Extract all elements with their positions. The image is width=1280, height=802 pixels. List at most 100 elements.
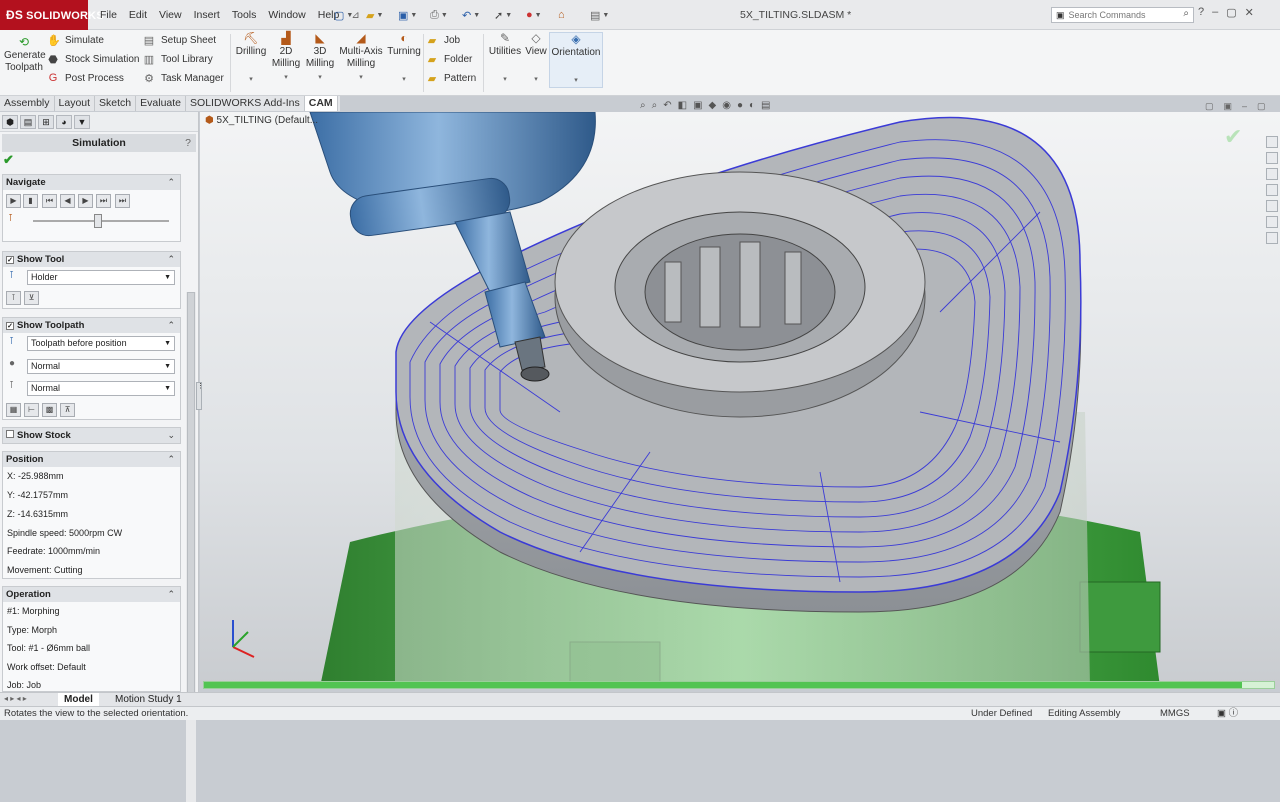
stock-simulation-button[interactable]: ⬣ Stock Simulation	[47, 50, 139, 68]
step-back-icon[interactable]: ◀	[60, 194, 75, 208]
file-properties-button[interactable]: ⌂	[558, 6, 586, 24]
appearance-tab-icon[interactable]: ◕	[56, 115, 72, 129]
menu-edit[interactable]: Edit	[123, 9, 153, 21]
hide-show-items-icon[interactable]: ◉	[722, 100, 731, 111]
cam-manager-tab-icon[interactable]: ▼	[74, 115, 90, 129]
panel-splitter-handle[interactable]: ⋮	[196, 382, 204, 410]
ok-check-icon[interactable]: ✔	[3, 152, 14, 168]
help-button[interactable]: ?	[185, 134, 191, 152]
scroll-left-icon[interactable]: ◂ ▸ ◂ ▸	[4, 694, 27, 703]
3d-milling-dropdown-icon[interactable]: ▾	[304, 72, 336, 84]
2d-milling-button[interactable]: ▟ 2D Milling ▾	[270, 32, 302, 84]
configuration-manager-tab-icon[interactable]: ⊞	[38, 115, 54, 129]
feature-tree-flyout[interactable]: ⬢ 5X_TILTING (Default...	[205, 115, 318, 126]
drilling-dropdown-icon[interactable]: ▾	[234, 74, 268, 86]
tab-model[interactable]: Model	[58, 693, 99, 707]
task-pane-file-explorer-icon[interactable]	[1266, 184, 1278, 196]
task-pane-custom-properties-icon[interactable]	[1266, 216, 1278, 228]
toolpath-option-icon[interactable]: ⊢	[24, 403, 39, 417]
rebuild-button[interactable]: ● ▼	[526, 6, 554, 24]
2d-milling-dropdown-icon[interactable]: ▾	[270, 72, 302, 84]
tool-shank-icon[interactable]: ⊻	[24, 291, 39, 305]
solidworks-logo[interactable]: ƉS SOLIDWORKS	[0, 0, 104, 30]
collapse-icon[interactable]: ⌃	[167, 587, 175, 602]
show-toolpath-checkbox[interactable]: ✓	[6, 322, 14, 330]
toolpath-option-icon[interactable]: ▩	[42, 403, 57, 417]
show-tool-checkbox[interactable]: ✓	[6, 256, 14, 264]
tab-assembly[interactable]: Assembly	[0, 96, 55, 111]
end-icon[interactable]: ⏭	[115, 194, 130, 208]
menu-window[interactable]: Window	[262, 9, 311, 21]
toolpath-option-icon[interactable]: ▦	[6, 403, 21, 417]
expand-icon[interactable]: ⌄	[167, 428, 175, 443]
apply-scene-icon[interactable]: ◐	[749, 100, 755, 111]
tab-cam[interactable]: CAM	[304, 96, 338, 111]
pause-icon[interactable]: ▮	[23, 194, 38, 208]
multi-axis-milling-button[interactable]: ◢ Multi-Axis Milling ▾	[338, 32, 384, 84]
play-icon[interactable]: ▶	[6, 194, 21, 208]
help-icon[interactable]: ?	[1198, 6, 1204, 19]
tab-solidworks-add-ins[interactable]: SOLIDWORKS Add-Ins	[186, 96, 305, 111]
select-button[interactable]: ➚ ▼	[494, 6, 522, 24]
step-forward-icon[interactable]: ▶	[78, 194, 93, 208]
display-style-icon[interactable]: ◆	[709, 100, 717, 111]
collapse-icon[interactable]: ⌃	[167, 318, 175, 333]
task-manager-button[interactable]: ⚙ Task Manager	[143, 69, 224, 87]
folder-button[interactable]: ▰ Folder	[426, 50, 473, 68]
feature-manager-tab-icon[interactable]: ⬢	[2, 115, 18, 129]
orientation-button[interactable]: ◈ Orientation ▾	[549, 32, 603, 88]
new-document-button[interactable]: ▢ ▼	[334, 6, 362, 24]
task-pane-forum-icon[interactable]	[1266, 232, 1278, 244]
undo-button[interactable]: ↶ ▼	[462, 6, 490, 24]
search-icon[interactable]: ⌕	[1183, 8, 1189, 19]
viewport-maximize-icon[interactable]: ▢	[1257, 101, 1266, 112]
tab-evaluate[interactable]: Evaluate	[136, 96, 187, 111]
graphics-viewport[interactable]: ✔	[200, 112, 1280, 687]
save-button[interactable]: ▣ ▼	[398, 6, 426, 24]
status-units[interactable]: MMGS	[1160, 707, 1190, 721]
minimize-icon[interactable]: –	[1212, 6, 1218, 19]
tab-motion-study-1[interactable]: Motion Study 1	[115, 693, 182, 707]
menu-insert[interactable]: Insert	[188, 9, 226, 21]
post-process-button[interactable]: G Post Process	[47, 69, 124, 87]
task-pane-home-icon[interactable]	[1266, 136, 1278, 148]
toolpath-display-select[interactable]: Normal ▼	[27, 359, 175, 374]
menu-view[interactable]: View	[153, 9, 188, 21]
generate-toolpath-button[interactable]: ⟲ Generate Toolpath	[4, 36, 46, 74]
menu-tools[interactable]: Tools	[226, 9, 263, 21]
previous-view-icon[interactable]: ↶	[663, 100, 671, 111]
viewport-minimize-icon[interactable]: –	[1242, 101, 1247, 112]
3d-milling-button[interactable]: ◣ 3D Milling ▾	[304, 32, 336, 84]
setup-sheet-button[interactable]: ▤ Setup Sheet	[143, 31, 216, 49]
options-button[interactable]: ▤ ▼	[590, 6, 618, 24]
confirm-check-icon[interactable]: ✔	[1224, 124, 1242, 149]
view-button[interactable]: ◇ View ▾	[524, 32, 548, 86]
zoom-to-area-icon[interactable]: ⌕	[652, 100, 658, 111]
property-manager-tab-icon[interactable]: ▤	[20, 115, 36, 129]
utilities-button[interactable]: ✎ Utilities ▾	[487, 32, 523, 86]
panel-scrollbar[interactable]	[186, 292, 196, 802]
speed-slider-thumb[interactable]	[94, 214, 103, 228]
simulation-progress-bar[interactable]	[203, 681, 1275, 689]
zoom-to-fit-icon[interactable]: ⌕	[640, 100, 646, 111]
collapse-icon[interactable]: ⌃	[167, 252, 175, 267]
status-icons[interactable]: ▣ ⓘ	[1217, 707, 1238, 721]
show-stock-checkbox[interactable]	[6, 430, 14, 438]
close-icon[interactable]: ✕	[1245, 6, 1254, 19]
multi-axis-milling-dropdown-icon[interactable]: ▾	[338, 72, 384, 84]
viewport-tile-icon[interactable]: ▣	[1224, 101, 1233, 112]
step-back-fast-icon[interactable]: ⏮	[42, 194, 57, 208]
orientation-dropdown-icon[interactable]: ▾	[550, 75, 602, 87]
view-dropdown-icon[interactable]: ▾	[524, 74, 548, 86]
tool-display-select[interactable]: Normal ▼	[27, 381, 175, 396]
toolpath-mode-select[interactable]: Toolpath before position ▼	[27, 336, 175, 351]
job-button[interactable]: ▰ Job	[426, 31, 460, 49]
toolpath-option-icon[interactable]: ⊼	[60, 403, 75, 417]
pattern-button[interactable]: ▰ Pattern	[426, 69, 476, 87]
restore-icon[interactable]: ▢	[1226, 6, 1236, 19]
task-pane-resources-icon[interactable]	[1266, 152, 1278, 164]
edit-appearance-icon[interactable]: ●	[737, 100, 743, 111]
view-settings-icon[interactable]: ▤	[761, 100, 770, 111]
drilling-button[interactable]: ⛏ Drilling ▾	[234, 32, 268, 86]
task-pane-design-library-icon[interactable]	[1266, 168, 1278, 180]
